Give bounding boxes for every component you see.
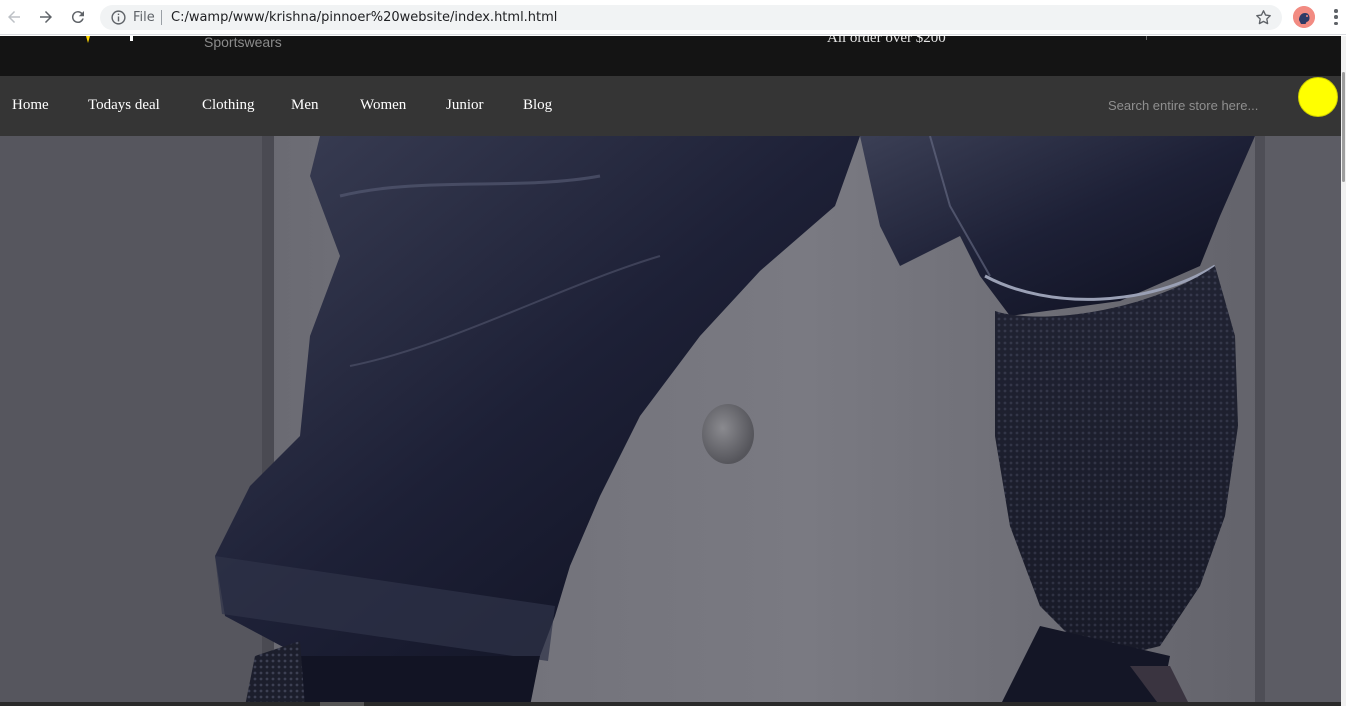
- hero-athlete-image: [0, 136, 1341, 706]
- more-vert-icon[interactable]: [1327, 7, 1345, 27]
- main-nav: Home Todays deal Clothing Men Women Juni…: [0, 76, 1341, 136]
- horizontal-scrollbar[interactable]: [0, 702, 1341, 706]
- omnibox-divider: [161, 10, 162, 25]
- star-icon[interactable]: [1254, 8, 1273, 27]
- scheme-label: File: [133, 10, 155, 25]
- logo-icon[interactable]: [82, 36, 142, 46]
- header-divider: [1146, 36, 1147, 40]
- top-header: Sportswears All order over $200: [0, 36, 1341, 76]
- profile-avatar-icon[interactable]: [1293, 6, 1315, 28]
- nav-item-blog[interactable]: Blog: [523, 97, 552, 114]
- address-bar[interactable]: File C:/wamp/www/krishna/pinnoer%20websi…: [100, 5, 1282, 30]
- vertical-scrollbar[interactable]: [1341, 36, 1346, 706]
- url-text[interactable]: C:/wamp/www/krishna/pinnoer%20website/in…: [171, 10, 557, 25]
- search-button[interactable]: [1298, 77, 1338, 117]
- horizontal-scrollbar-thumb[interactable]: [320, 702, 364, 706]
- nav-item-men[interactable]: Men: [291, 97, 319, 114]
- forward-arrow-icon[interactable]: [34, 5, 58, 29]
- nav-item-home[interactable]: Home: [12, 97, 49, 114]
- promo-text: All order over $200: [827, 36, 946, 46]
- brand-subtitle: Sportswears: [204, 36, 282, 50]
- hero-banner-image: [0, 136, 1341, 706]
- web-page: Sportswears All order over $200 Home Tod…: [0, 36, 1341, 706]
- scrollbar-thumb[interactable]: [1342, 72, 1345, 182]
- search-input[interactable]: [1100, 93, 1292, 117]
- reload-icon[interactable]: [66, 5, 90, 29]
- nav-item-todays-deal[interactable]: Todays deal: [88, 97, 160, 114]
- nav-item-women[interactable]: Women: [360, 97, 406, 114]
- browser-toolbar: File C:/wamp/www/krishna/pinnoer%20websi…: [0, 0, 1346, 35]
- nav-item-junior[interactable]: Junior: [446, 97, 484, 114]
- back-arrow-icon[interactable]: [2, 5, 26, 29]
- nav-item-clothing[interactable]: Clothing: [202, 97, 255, 114]
- info-icon[interactable]: [110, 9, 127, 26]
